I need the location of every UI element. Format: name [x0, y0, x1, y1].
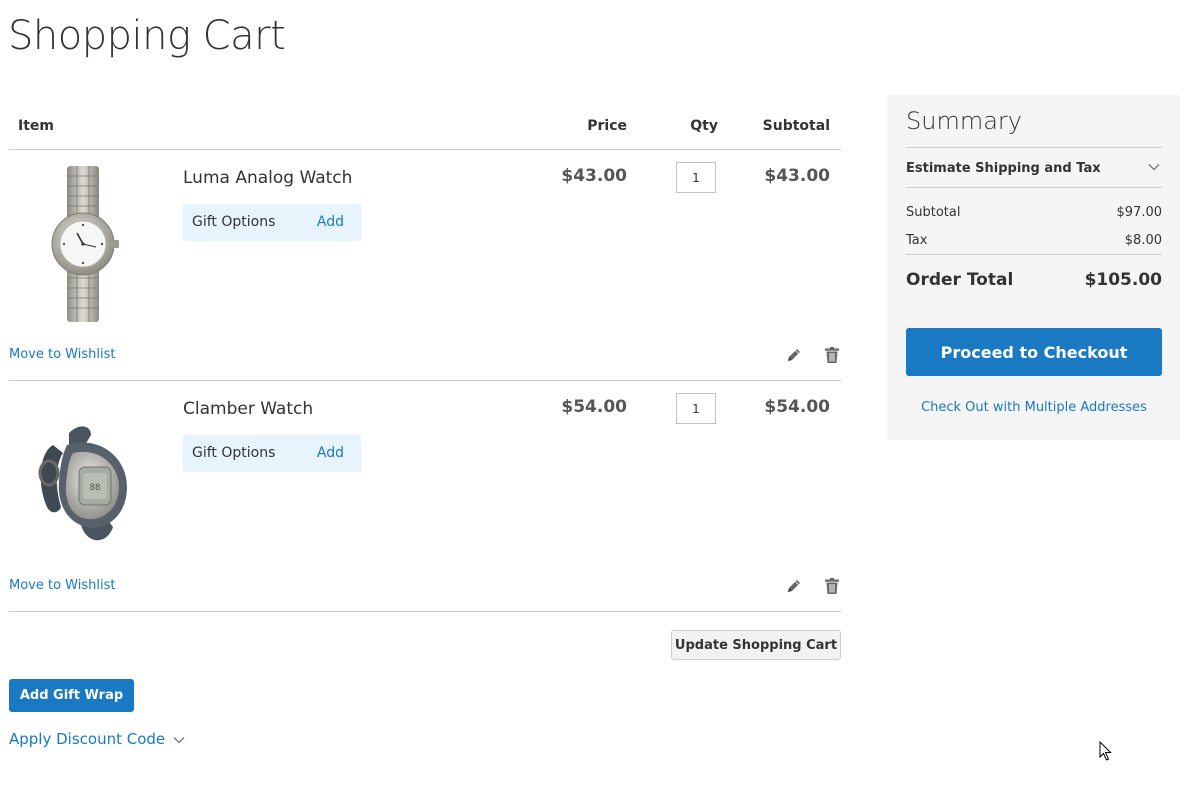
mouse-pointer-icon — [1099, 741, 1112, 761]
cart-item-row: 88 Clamber Watch Gift Options Add $54.00… — [9, 381, 841, 612]
move-to-wishlist-link[interactable]: Move to Wishlist — [9, 347, 115, 362]
column-header-subtotal: Subtotal — [762, 118, 830, 134]
gift-options-add-link[interactable]: Add — [317, 214, 344, 230]
gift-options-add-link[interactable]: Add — [317, 445, 344, 461]
column-header-item: Item — [18, 118, 54, 134]
column-header-qty: Qty — [690, 118, 718, 134]
summary-divider — [906, 254, 1162, 255]
summary-tax-label: Tax — [906, 233, 928, 248]
product-name[interactable]: Clamber Watch — [183, 399, 313, 419]
order-total-label: Order Total — [906, 270, 1014, 290]
svg-text:88: 88 — [90, 483, 101, 493]
order-total-row: Order Total $105.00 — [906, 270, 1162, 290]
gift-options-panel: Gift Options Add — [183, 435, 361, 472]
page-title: Shopping Cart — [8, 13, 286, 59]
gift-options-label: Gift Options — [192, 214, 276, 230]
chevron-down-icon — [1148, 164, 1160, 171]
cart-table-header: Item Price Qty Subtotal — [9, 104, 841, 150]
gift-options-panel: Gift Options Add — [183, 204, 361, 241]
item-subtotal: $54.00 — [764, 397, 830, 417]
gift-options-label: Gift Options — [192, 445, 276, 461]
order-total-value: $105.00 — [1084, 270, 1162, 290]
update-shopping-cart-button[interactable]: Update Shopping Cart — [671, 630, 841, 660]
summary-subtotal-label: Subtotal — [906, 205, 961, 220]
shopping-cart-page: Shopping Cart Item Price Qty Subtotal Lu… — [0, 0, 1190, 788]
summary-subtotal-value: $97.00 — [1116, 205, 1163, 220]
item-subtotal: $43.00 — [764, 166, 830, 186]
item-price: $43.00 — [561, 166, 627, 186]
apply-discount-code-toggle[interactable]: Apply Discount Code — [9, 730, 185, 748]
trash-icon[interactable] — [823, 346, 841, 364]
column-header-price: Price — [587, 118, 627, 134]
add-gift-wrap-button[interactable]: Add Gift Wrap — [9, 679, 134, 712]
pencil-icon[interactable] — [785, 577, 803, 595]
cart-item-row: Luma Analog Watch Gift Options Add $43.0… — [9, 150, 841, 381]
qty-input[interactable] — [676, 393, 716, 424]
apply-discount-code-label: Apply Discount Code — [9, 730, 166, 748]
chevron-down-icon — [173, 736, 185, 743]
summary-tax-value: $8.00 — [1124, 233, 1162, 248]
product-name[interactable]: Luma Analog Watch — [183, 168, 352, 188]
qty-input[interactable] — [676, 162, 716, 193]
product-image-luma-analog-watch[interactable] — [9, 164, 157, 324]
summary-tax-row: Tax $8.00 — [906, 233, 1162, 248]
checkout-multiple-addresses-link[interactable]: Check Out with Multiple Addresses — [906, 400, 1162, 415]
summary-subtotal-row: Subtotal $97.00 — [906, 205, 1162, 220]
estimate-shipping-label: Estimate Shipping and Tax — [906, 161, 1101, 176]
proceed-to-checkout-button[interactable]: Proceed to Checkout — [906, 328, 1162, 376]
pencil-icon[interactable] — [785, 346, 803, 364]
product-image-clamber-watch[interactable]: 88 — [9, 395, 157, 555]
trash-icon[interactable] — [823, 577, 841, 595]
summary-title: Summary — [906, 107, 1022, 135]
item-price: $54.00 — [561, 397, 627, 417]
order-summary: Summary Estimate Shipping and Tax Subtot… — [887, 95, 1180, 440]
cart-table: Item Price Qty Subtotal Luma Analog Watc… — [9, 104, 841, 612]
move-to-wishlist-link[interactable]: Move to Wishlist — [9, 578, 115, 593]
estimate-shipping-toggle[interactable]: Estimate Shipping and Tax — [906, 147, 1162, 188]
